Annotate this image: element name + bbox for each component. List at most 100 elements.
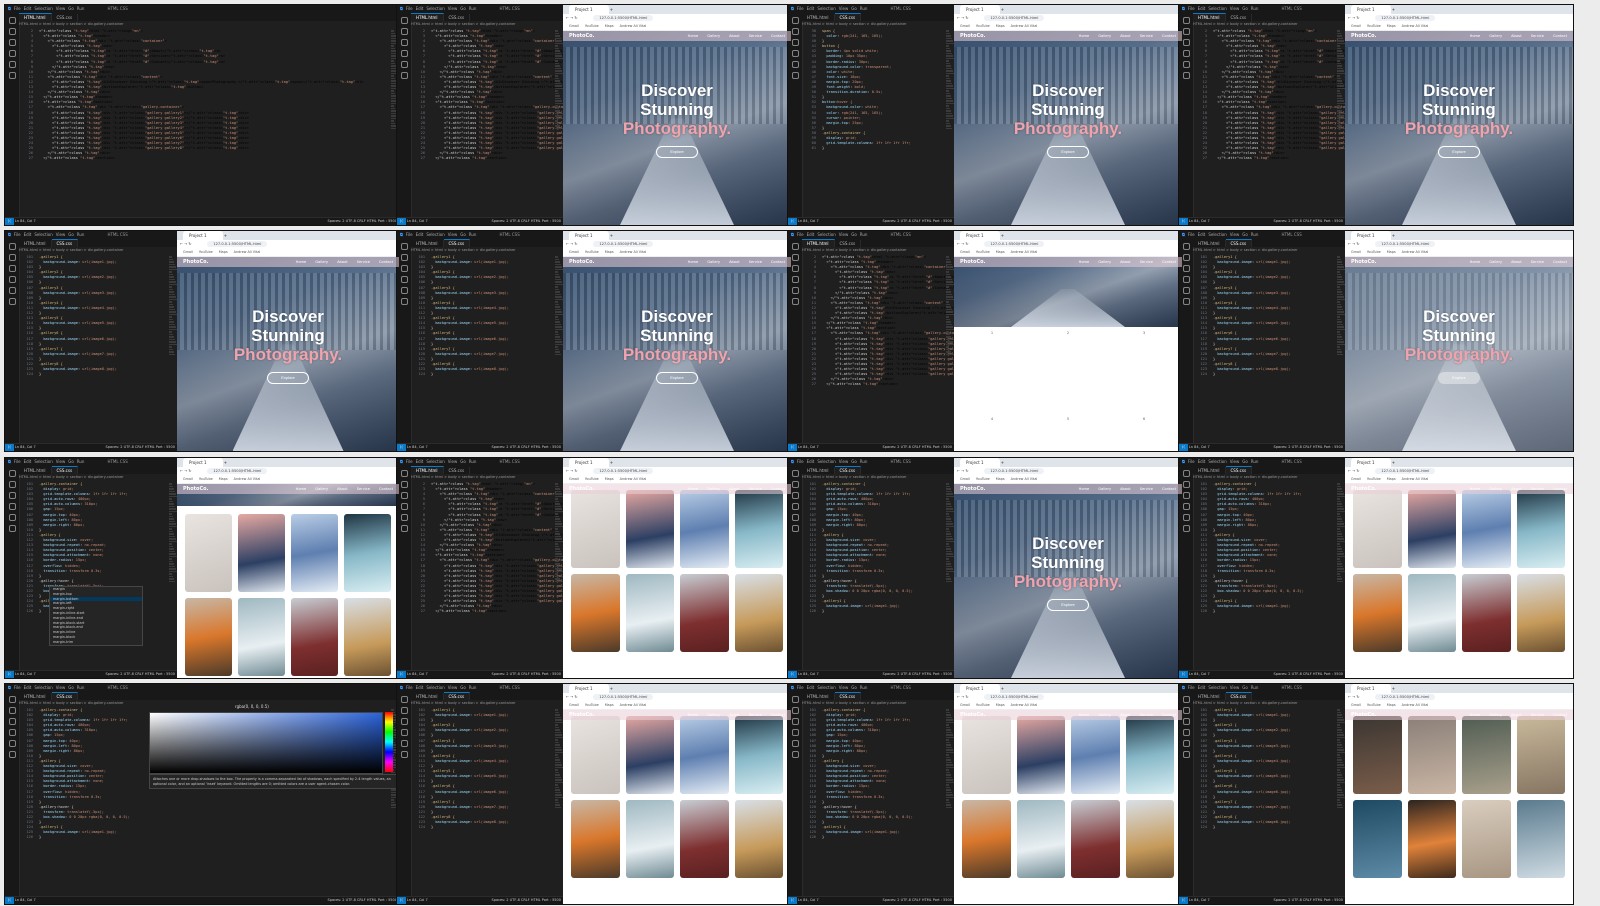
extensions-icon[interactable]: [1182, 740, 1190, 747]
command-center-search[interactable]: HTML CSS: [499, 6, 519, 11]
forward-icon[interactable]: →: [184, 469, 187, 473]
remote-icon[interactable]: [400, 751, 408, 758]
remote-indicator[interactable]: ⟩⟨: [788, 897, 797, 904]
bookmark[interactable]: Gmail: [960, 250, 970, 254]
site-logo[interactable]: PhotoCo.: [183, 486, 209, 492]
menu-item[interactable]: File: [1188, 685, 1195, 690]
back-icon[interactable]: ←: [1348, 695, 1351, 699]
explorer-icon[interactable]: [791, 696, 799, 703]
menu-item[interactable]: View: [56, 685, 66, 690]
extensions-icon[interactable]: [8, 287, 16, 294]
code-editor[interactable]: 2 <"t-attr">class="t-tag">html "t-attr">l…: [802, 255, 956, 443]
editor-tab[interactable]: HTML.html: [802, 693, 835, 700]
gallery-tile[interactable]: [1516, 800, 1565, 878]
nav-link[interactable]: Home: [1470, 713, 1481, 717]
run-debug-icon[interactable]: [400, 503, 408, 510]
forward-icon[interactable]: →: [570, 695, 573, 699]
menu-item[interactable]: Selection: [1208, 6, 1226, 11]
breadcrumb[interactable]: HTML.html > html > body > section > div.…: [411, 474, 565, 480]
browser-tab[interactable]: Project 1: [183, 458, 223, 467]
remote-indicator[interactable]: ⟩⟨: [397, 218, 406, 225]
menu-item[interactable]: View: [839, 232, 849, 237]
nav-link[interactable]: Contact: [1162, 260, 1176, 264]
reload-icon[interactable]: ↻: [574, 469, 577, 473]
search-icon[interactable]: [400, 254, 408, 261]
menu-item[interactable]: View: [448, 459, 458, 464]
menu-item[interactable]: Run: [1251, 685, 1259, 690]
status-right[interactable]: Spaces: 2 UTF-8 CRLF HTML Port : 5500: [883, 897, 953, 904]
nav-link[interactable]: About: [1511, 487, 1522, 491]
gallery-tile[interactable]: [1516, 574, 1565, 652]
editor-tab[interactable]: HTML.html: [1193, 693, 1226, 700]
code-editor[interactable]: 101 .gallery1 {102 background-image: url(…: [19, 255, 179, 443]
command-center-search[interactable]: HTML CSS: [890, 459, 910, 464]
forward-icon[interactable]: →: [961, 695, 964, 699]
editor-tab[interactable]: CSS.css: [443, 239, 471, 247]
source-control-icon[interactable]: [1182, 492, 1190, 499]
bookmark[interactable]: Maps: [219, 477, 228, 481]
menu-item[interactable]: Run: [469, 232, 477, 237]
nav-link[interactable]: About: [1511, 260, 1522, 264]
explorer-icon[interactable]: [400, 696, 408, 703]
remote-icon[interactable]: [791, 298, 799, 305]
search-icon[interactable]: [791, 707, 799, 714]
gallery-tile[interactable]: [1125, 800, 1174, 878]
back-icon[interactable]: ←: [957, 695, 960, 699]
editor-tab[interactable]: CSS.css: [1225, 466, 1253, 474]
explorer-icon[interactable]: [8, 696, 16, 703]
new-tab-icon[interactable]: +: [1001, 460, 1004, 465]
breadcrumb[interactable]: HTML.html > html > body > section > div.…: [411, 21, 565, 27]
bookmark[interactable]: Andrew Ali Vital: [620, 477, 647, 481]
menu-item[interactable]: View: [448, 685, 458, 690]
menu-item[interactable]: Go: [68, 685, 74, 690]
run-debug-icon[interactable]: [400, 276, 408, 283]
nav-link[interactable]: Service: [749, 713, 762, 717]
bookmark[interactable]: Maps: [1387, 477, 1396, 481]
menu-item[interactable]: Go: [1242, 6, 1248, 11]
nav-link[interactable]: Gallery: [1098, 713, 1111, 717]
run-debug-icon[interactable]: [1182, 729, 1190, 736]
color-picker-canvas[interactable]: [149, 712, 383, 774]
menu-item[interactable]: Edit: [416, 232, 424, 237]
status-right[interactable]: Spaces: 2 UTF-8 CRLF HTML Port : 5500: [883, 671, 953, 678]
menu-item[interactable]: File: [14, 232, 21, 237]
menu-item[interactable]: Edit: [416, 685, 424, 690]
reload-icon[interactable]: ↻: [188, 469, 191, 473]
cursor-position[interactable]: Ln 84, Col 7: [798, 219, 819, 223]
command-center-search[interactable]: HTML CSS: [890, 232, 910, 237]
reload-icon[interactable]: ↻: [965, 695, 968, 699]
new-tab-icon[interactable]: +: [1392, 7, 1395, 12]
bookmark[interactable]: Gmail: [183, 250, 193, 254]
remote-icon[interactable]: [1182, 525, 1190, 532]
minimap[interactable]: [555, 29, 563, 217]
bookmark[interactable]: Andrew Ali Vital: [234, 477, 261, 481]
address-bar[interactable]: 127.0.0.1:5500/HTML.html: [984, 241, 1045, 247]
menu-item[interactable]: Selection: [817, 685, 835, 690]
menu-item[interactable]: Edit: [24, 685, 32, 690]
gallery-tile[interactable]: [291, 598, 338, 676]
nav-link[interactable]: Contact: [1553, 34, 1567, 38]
nav-link[interactable]: About: [729, 260, 740, 264]
menu-item[interactable]: Selection: [817, 232, 835, 237]
breadcrumb[interactable]: HTML.html > html > body > section > div.…: [411, 700, 565, 706]
menu-item[interactable]: File: [797, 685, 804, 690]
nav-link[interactable]: Gallery: [1489, 487, 1502, 491]
reload-icon[interactable]: ↻: [188, 242, 191, 246]
code-editor[interactable]: 101 .gallery-container {102 display: grid…: [802, 482, 956, 670]
status-right[interactable]: Spaces: 2 UTF-8 CRLF HTML Port : 5500: [492, 444, 562, 451]
nav-link[interactable]: Gallery: [315, 487, 328, 491]
bookmark[interactable]: YouTube: [585, 24, 599, 28]
gallery-tile[interactable]: [185, 514, 232, 592]
browser-tab[interactable]: Project 1: [569, 458, 609, 467]
color-picker-value[interactable]: rgba(0, 0, 0, 0.5): [235, 704, 269, 709]
status-right[interactable]: Spaces: 2 UTF-8 CRLF HTML Port : 5500: [328, 897, 398, 904]
remote-indicator[interactable]: ⟩⟨: [5, 897, 14, 904]
menu-item[interactable]: Go: [68, 459, 74, 464]
menu-item[interactable]: Run: [469, 6, 477, 11]
minimap[interactable]: [946, 482, 954, 670]
cursor-position[interactable]: Ln 84, Col 7: [407, 445, 428, 449]
site-logo[interactable]: PhotoCo.: [569, 486, 595, 492]
status-right[interactable]: Spaces: 2 UTF-8 CRLF HTML Port : 5500: [1274, 444, 1344, 451]
search-icon[interactable]: [8, 254, 16, 261]
extensions-icon[interactable]: [791, 61, 799, 68]
